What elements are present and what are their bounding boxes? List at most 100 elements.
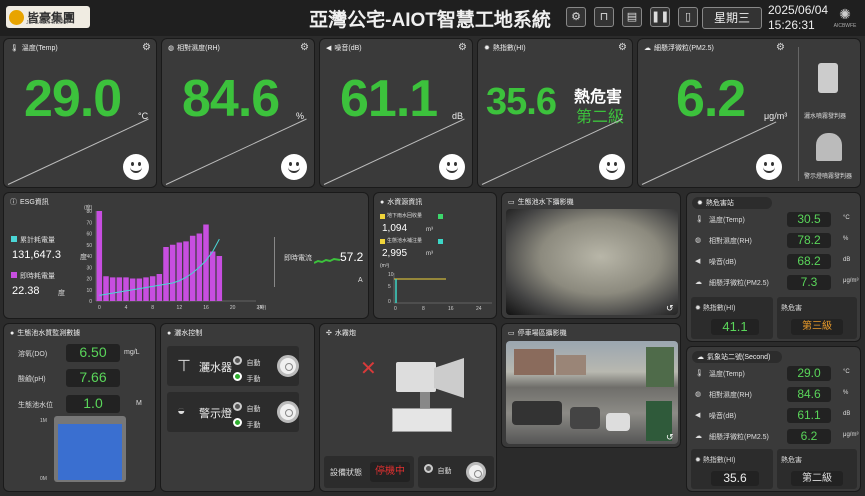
bar (209, 251, 216, 301)
sun-icon: ✹ (695, 305, 703, 312)
spray-alarm-label: 灑水噴霧發判器 (804, 114, 847, 120)
gear-icon[interactable]: ⚙ (300, 42, 309, 53)
x-tick-label: 16 (203, 305, 209, 311)
current-value: 57.2 (340, 250, 364, 264)
cloud-icon: ☁ (695, 279, 702, 286)
power-chart: 01020304050607080(度)0 4 8 12 16 20 24(時) (84, 204, 267, 311)
bar (183, 241, 189, 301)
hi-value: 35.6 (711, 471, 759, 486)
sprinkler-toggle-knob[interactable] (277, 355, 299, 377)
status-label: 設備狀態 (330, 468, 362, 477)
station-row: ◍ 相對濕度(RH) 84.6% (691, 386, 857, 404)
camera-parking-card: ▭ 停車場區攝影機 ↺ (501, 323, 681, 448)
building-shape (514, 349, 554, 375)
manual-radio[interactable]: 手動 (233, 414, 260, 432)
legend-2-label: 生態池水補注量 (387, 238, 423, 244)
humidity-icon: ◍ (695, 391, 702, 398)
humidity-value: 84.6 (182, 70, 280, 128)
legend-swatch-2 (380, 239, 385, 244)
smiley-icon (756, 154, 782, 180)
gear-icon[interactable]: ⚙ (142, 42, 151, 53)
cloud-icon: ☁ (695, 433, 702, 440)
camera-feed-parking[interactable] (506, 341, 678, 444)
station-row: ◍ 相對濕度(RH) 78.2% (691, 232, 857, 250)
gear-icon[interactable]: ⚙ (618, 42, 627, 53)
status-value: 停機中 (370, 462, 410, 482)
chart-divider (274, 237, 275, 287)
phone-icon[interactable]: ▯ (678, 7, 698, 27)
humidity-card: ◍ 相對濕度(RH) ⚙ 84.6 % (161, 38, 315, 188)
radio-icon[interactable] (233, 418, 242, 428)
bar (136, 278, 143, 301)
smiley-icon (439, 154, 465, 180)
current-label: 即時電流 (284, 255, 312, 262)
card-label: 停車場區攝影機 (517, 330, 567, 337)
ph-label: 酸鹼(pH) (18, 376, 46, 383)
y-axis-label: (度) (84, 204, 93, 211)
mode-box: 自動 (418, 456, 494, 488)
tank-top-label: 1M (40, 418, 47, 424)
y-tick-label: 40 (86, 254, 92, 260)
panel-divider (798, 47, 799, 181)
crane-icon[interactable]: ⊓ (594, 7, 614, 27)
film-icon[interactable]: ▤ (622, 7, 642, 27)
instant-power-unit: 度 (58, 290, 65, 297)
sun-icon: ✹ (484, 45, 490, 52)
radio-icon[interactable] (233, 402, 242, 412)
water-card: ● 水資源資訊 地下雨水回收量 1,094 m³ 生態池水補注量 2,995 m³… (373, 192, 497, 319)
instant-power-label: 即時耗電量 (20, 273, 55, 280)
svg-text:10: 10 (388, 272, 394, 278)
station-row: ◀ 噪音(dB) 61.1 dB (691, 407, 857, 425)
legend-swatch-1 (380, 214, 385, 219)
hi-value: 41.1 (711, 319, 759, 335)
radio-icon[interactable] (233, 356, 242, 366)
refresh-icon[interactable]: ↺ (666, 432, 674, 443)
warn-toggle-knob[interactable] (277, 401, 299, 423)
card-label: ESG資訊 (20, 199, 49, 206)
pond-card: ● 生態池水質監測數據 溶氧(DO) 6.50 mg/L 酸鹼(pH) 7.66 … (3, 323, 156, 492)
camera-feed-underwater[interactable] (506, 209, 678, 315)
smiley-icon (281, 154, 307, 180)
row-label: 溫度(Temp) (709, 217, 745, 224)
gear-icon[interactable]: ⚙ (458, 42, 467, 53)
thermometer-icon: 🌡 (10, 45, 19, 52)
y-tick-label: 30 (86, 265, 92, 271)
pond-refill-value: 2,995 (382, 248, 408, 259)
hi-label-text: 熱指數(HI) (702, 457, 736, 464)
x-tick-label: 8 (151, 305, 154, 311)
radio-icon[interactable] (233, 372, 242, 382)
row-unit: °C (843, 215, 850, 221)
hazard-label: 熱危害 (781, 305, 802, 312)
row-unit: dB (843, 257, 851, 263)
row-unit: °C (843, 369, 850, 375)
y-tick-label: 50 (86, 243, 92, 249)
drop-icon: ● (10, 329, 15, 337)
manual-label: 手動 (246, 376, 261, 383)
water-tank (54, 416, 126, 482)
car-shape (606, 413, 630, 431)
hazard-label: 熱危害 (781, 457, 802, 464)
sprinkler-label: 灑水器 (199, 362, 232, 374)
building-shape (556, 355, 586, 375)
auto-radio[interactable]: 自動 (424, 460, 451, 478)
refresh-icon[interactable]: ↺ (666, 303, 674, 314)
auto-label: 自動 (246, 360, 261, 367)
sun-icon: ✹ (695, 457, 703, 464)
pause-icon[interactable]: ❚❚ (650, 7, 670, 27)
monitor-icon: ▭ (508, 199, 515, 206)
radio-icon[interactable] (424, 464, 433, 474)
mist-toggle-knob[interactable] (466, 462, 486, 482)
esg-card: ⓘ ESG資訊 累計耗電量 131,647.3 度 即時耗電量 22.38 度 0… (3, 192, 369, 319)
mist-cannon-icon (390, 354, 470, 438)
y-tick-label: 60 (86, 232, 92, 238)
gear-icon[interactable]: ⚙ (776, 42, 785, 53)
drop-icon: ● (167, 329, 172, 337)
bar (169, 244, 176, 301)
manual-radio[interactable]: 手動 (233, 368, 260, 386)
x-tick-label: 20 (230, 305, 236, 311)
weekday-label: 星期三 (702, 7, 762, 29)
do-unit: mg/L (124, 349, 140, 356)
x-axis-label: (時) (258, 305, 267, 311)
equipment-icon[interactable]: ⚙ (566, 7, 586, 27)
humidity-icon: ◍ (168, 45, 175, 52)
